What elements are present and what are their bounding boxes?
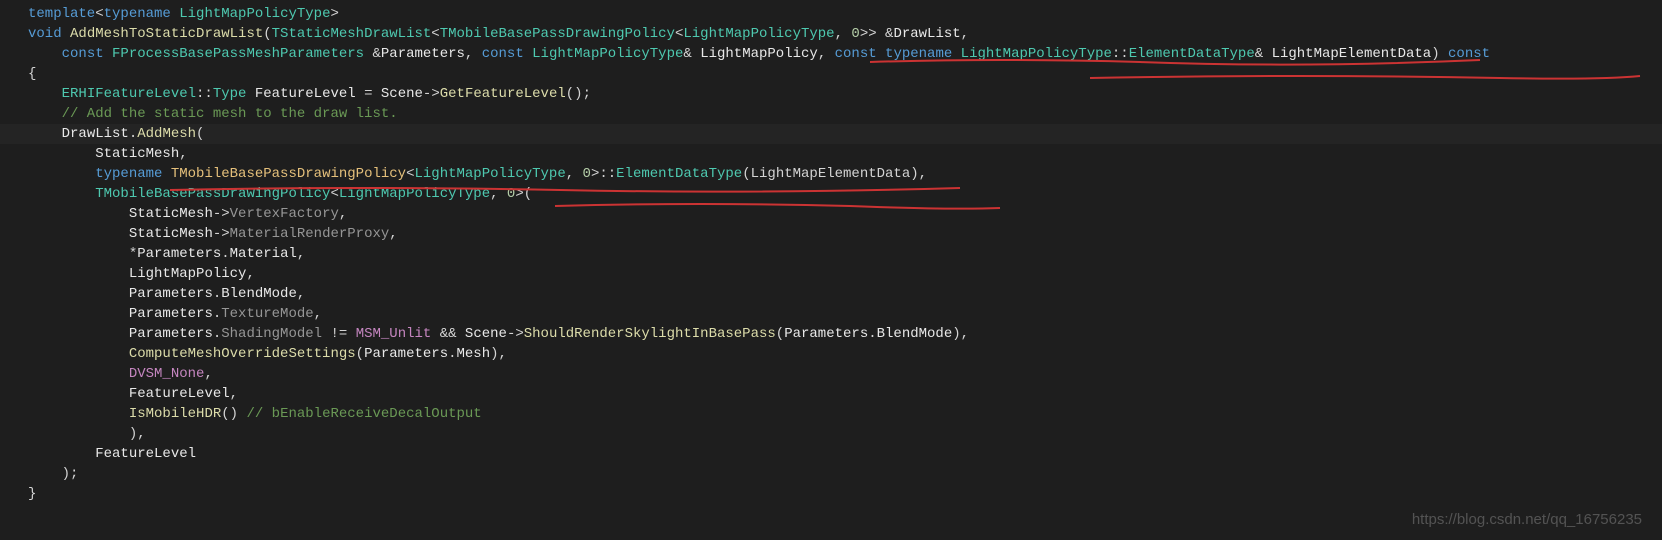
keyword: typename <box>104 6 171 22</box>
code-line: IsMobileHDR() // bEnableReceiveDecalOutp… <box>0 404 1662 424</box>
code-editor[interactable]: template<typename LightMapPolicyType> vo… <box>0 0 1662 508</box>
code-line: StaticMesh->MaterialRenderProxy, <box>0 224 1662 244</box>
code-line: { <box>0 64 1662 84</box>
code-line: StaticMesh, <box>0 144 1662 164</box>
code-line: ComputeMeshOverrideSettings(Parameters.M… <box>0 344 1662 364</box>
code-line: ); <box>0 464 1662 484</box>
code-line: DVSM_None, <box>0 364 1662 384</box>
code-line-active: DrawList.AddMesh( <box>0 124 1662 144</box>
code-line: FeatureLevel <box>0 444 1662 464</box>
code-line: Parameters.ShadingModel != MSM_Unlit && … <box>0 324 1662 344</box>
code-line: *Parameters.Material, <box>0 244 1662 264</box>
watermark: https://blog.csdn.net/qq_16756235 <box>1412 510 1642 530</box>
code-line: template<typename LightMapPolicyType> <box>0 4 1662 24</box>
code-line: ERHIFeatureLevel::Type FeatureLevel = Sc… <box>0 84 1662 104</box>
code-line: void AddMeshToStaticDrawList(TStaticMesh… <box>0 24 1662 44</box>
keyword: template <box>28 6 95 22</box>
code-line: // Add the static mesh to the draw list. <box>0 104 1662 124</box>
code-line: Parameters.BlendMode, <box>0 284 1662 304</box>
code-line: StaticMesh->VertexFactory, <box>0 204 1662 224</box>
code-line: } <box>0 484 1662 504</box>
code-line: typename TMobileBasePassDrawingPolicy<Li… <box>0 164 1662 184</box>
code-line: const FProcessBasePassMeshParameters &Pa… <box>0 44 1662 64</box>
code-line: FeatureLevel, <box>0 384 1662 404</box>
type: LightMapPolicyType <box>179 6 330 22</box>
function-name: AddMeshToStaticDrawList <box>70 26 263 42</box>
code-line: TMobileBasePassDrawingPolicy<LightMapPol… <box>0 184 1662 204</box>
code-line: ), <box>0 424 1662 444</box>
code-line: LightMapPolicy, <box>0 264 1662 284</box>
comment: // Add the static mesh to the draw list. <box>28 106 398 122</box>
code-line: Parameters.TextureMode, <box>0 304 1662 324</box>
